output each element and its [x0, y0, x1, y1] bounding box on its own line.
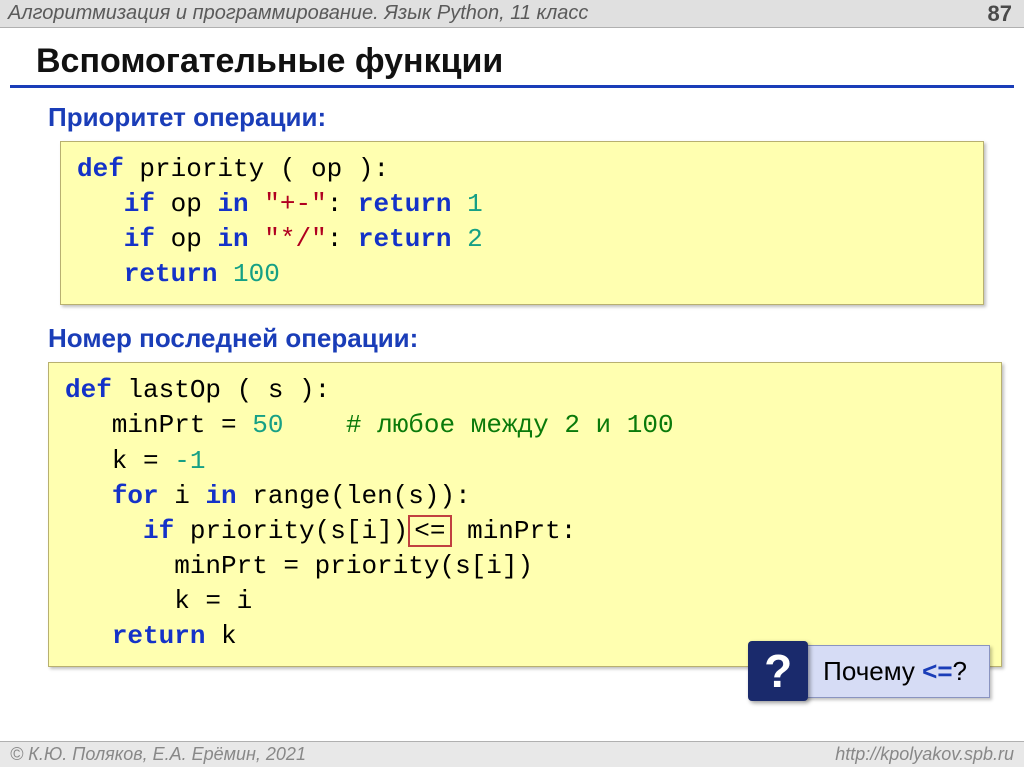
code-priority: def priority ( op ): if op in "+-": retu… — [60, 141, 984, 305]
kw-return: return — [124, 259, 218, 289]
footer-bar: © К.Ю. Поляков, Е.А. Ерёмин, 2021 http:/… — [0, 741, 1024, 767]
kw-if: if — [77, 224, 155, 254]
callout: ? Почему <=? — [748, 641, 990, 701]
subject-text: Алгоритмизация и программирование. Язык … — [8, 2, 588, 25]
num-lit: -1 — [174, 446, 205, 476]
section-priority-label: Приоритет операции: — [48, 102, 1024, 133]
header-bar: Алгоритмизация и программирование. Язык … — [0, 0, 1024, 28]
footer-url: http://kpolyakov.spb.ru — [835, 744, 1014, 765]
authors: © К.Ю. Поляков, Е.А. Ерёмин, 2021 — [10, 744, 306, 765]
sig: ( s ): — [221, 375, 330, 405]
fn-name: priority — [124, 154, 264, 184]
kw-for: for — [112, 481, 159, 511]
slide-title: Вспомогательные функции — [36, 42, 1024, 81]
sig: ( op ): — [264, 154, 389, 184]
kw-return: return — [358, 224, 452, 254]
num-lit: 100 — [217, 259, 279, 289]
comment: # любое между 2 и 100 — [346, 410, 674, 440]
page-number: 87 — [988, 1, 1012, 27]
code-lastop: def lastOp ( s ): minPrt = 50 # любое ме… — [48, 362, 1002, 667]
kw-in: in — [205, 481, 236, 511]
callout-text: Почему — [823, 656, 922, 686]
callout-text2: ? — [953, 656, 967, 686]
num-lit: 50 — [252, 410, 283, 440]
str-lit: "*/" — [264, 224, 326, 254]
callout-box: Почему <=? — [802, 645, 990, 698]
kw-if: if — [77, 189, 155, 219]
section-lastop-label: Номер последней операции: — [48, 323, 1024, 354]
num-lit: 1 — [452, 189, 483, 219]
title-underline — [10, 85, 1014, 88]
str-lit: "+-" — [264, 189, 326, 219]
num-lit: 2 — [452, 224, 483, 254]
kw-in: in — [217, 189, 248, 219]
kw-if: if — [143, 516, 174, 546]
fn-name: lastOp — [112, 375, 221, 405]
highlight-op: <= — [408, 515, 451, 548]
question-mark-icon: ? — [748, 641, 808, 701]
callout-op: <= — [922, 656, 952, 686]
kw-def: def — [65, 375, 112, 405]
kw-return: return — [112, 621, 206, 651]
kw-in: in — [217, 224, 248, 254]
kw-def: def — [77, 154, 124, 184]
kw-return: return — [358, 189, 452, 219]
